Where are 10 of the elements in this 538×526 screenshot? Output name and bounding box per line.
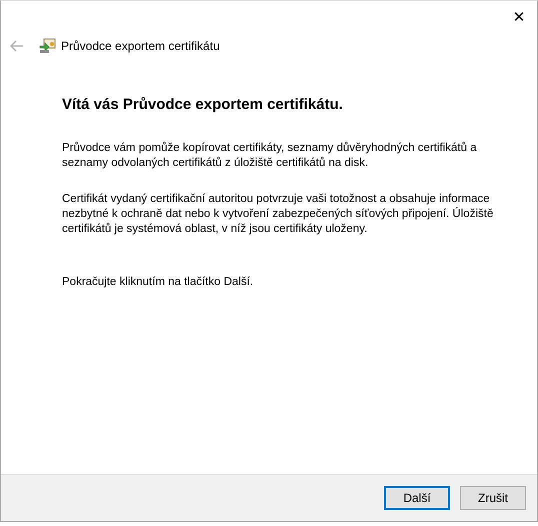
- wizard-heading: Vítá vás Průvodce exportem certifikátu.: [62, 96, 344, 113]
- window-title: Průvodce exportem certifikátu: [61, 39, 220, 53]
- back-arrow-icon[interactable]: [10, 40, 24, 52]
- certificate-icon: [39, 38, 56, 54]
- cancel-button[interactable]: Zrušit: [460, 486, 526, 510]
- next-button[interactable]: Další: [384, 486, 450, 510]
- description-text: Certifikát vydaný certifikační autoritou potvrzuje vaši totožnost a obsahuje informace nezbytné k ochraně dat nebo k vytvoření zabezpečených síťových připojení. Úložiště certifikátů je systémová oblast, v níž jsou certifikáty uloženy.: [62, 192, 494, 237]
- description-text: Průvodce vám pomůže kopírovat certifikáty, seznamy důvěryhodných certifikátů a seznamy odvolaných certifikátů z úložiště certifikátů na disk.: [62, 141, 478, 171]
- description-text: Pokračujte kliknutím na tlačítko Další.: [62, 275, 254, 290]
- close-button[interactable]: ✕: [501, 1, 537, 33]
